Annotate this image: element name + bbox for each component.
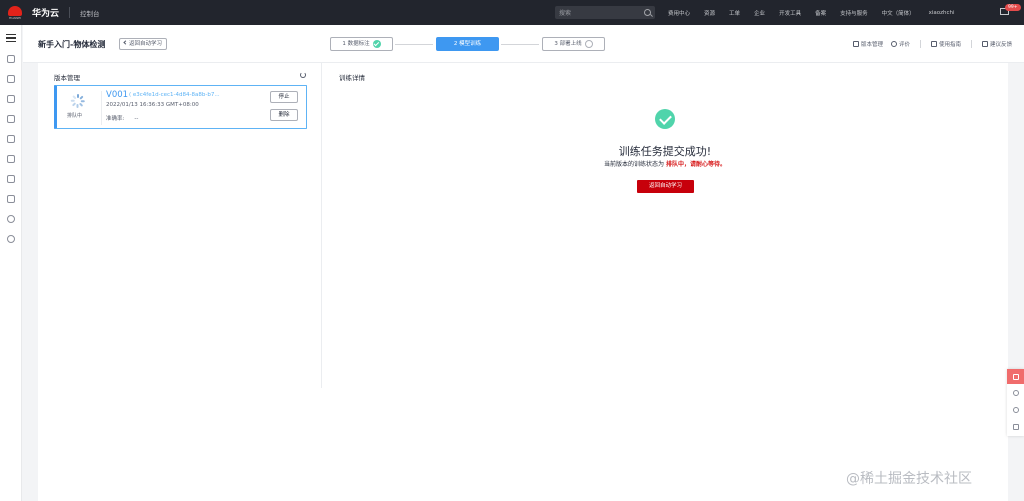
search-placeholder: 搜索 — [559, 10, 572, 17]
accuracy-label: 准确率: — [106, 116, 125, 122]
training-status-line: 当前版本的训练状态为 排队中，请耐心等待。 — [515, 159, 815, 168]
queue-status: 排队中 — [67, 113, 83, 119]
help-icon — [1012, 406, 1019, 413]
step-label: 1 数据标注 — [342, 41, 370, 47]
brand-name[interactable]: 华为云 — [32, 6, 59, 19]
floating-chat-button[interactable] — [1007, 384, 1024, 401]
card-divider — [101, 91, 102, 125]
rail-database-icon[interactable] — [7, 115, 15, 123]
training-details-section: 训练详情 训练任务提交成功! 当前版本的训练状态为 排队中，请耐心等待。 返回自… — [323, 63, 1008, 388]
floating-doc-button[interactable] — [1007, 418, 1024, 435]
nav-filing[interactable]: 备案 — [815, 9, 826, 17]
version-management-label: 版本管理 — [860, 42, 883, 48]
nav-support[interactable]: 支持与服务 — [840, 9, 868, 17]
step-data-labeling[interactable]: 1 数据标注 — [330, 37, 393, 51]
version-time: 2022/01/13 16:36:33 GMT+08:00 — [106, 102, 199, 108]
pending-circle-icon — [584, 40, 593, 48]
nav-language[interactable]: 中文（简体） — [882, 9, 915, 17]
search-icon[interactable] — [644, 9, 651, 16]
refresh-icon[interactable] — [300, 72, 306, 78]
rail-globe-icon[interactable] — [7, 215, 15, 223]
usage-guide-button[interactable]: 使用指南 — [930, 40, 961, 48]
status-prefix: 当前版本的训练状态为 — [604, 161, 665, 168]
menu-icon[interactable] — [6, 34, 16, 42]
nav-dev-tools[interactable]: 开发工具 — [779, 9, 801, 17]
message-badge: 99+ — [1005, 4, 1021, 11]
nav-username[interactable]: xiaozhchi — [929, 10, 955, 16]
rating-label: 评价 — [898, 42, 910, 48]
version-management-section: 版本管理 排队中 V001 ( e3c4fe1d-cec1-4d84-8a8b-… — [38, 63, 322, 388]
logo-text: HUAWEI — [8, 15, 22, 20]
smiley-icon — [890, 41, 897, 47]
console-link[interactable]: 控制台 — [80, 8, 100, 18]
mail-icon — [1012, 373, 1019, 380]
left-icon-rail — [0, 25, 22, 501]
edit-icon — [930, 41, 937, 47]
version-card[interactable]: 排队中 V001 ( e3c4fe1d-cec1-4d84-8a8b-b7...… — [54, 85, 307, 129]
loading-spinner-icon — [70, 94, 85, 108]
chevron-left-icon — [123, 40, 128, 45]
delete-button[interactable]: 删除 — [270, 109, 298, 121]
header-divider — [919, 40, 921, 48]
floating-mail-button[interactable] — [1007, 369, 1024, 384]
training-details-title: 训练详情 — [339, 74, 365, 82]
page-title: 新手入门-物体检测 — [38, 40, 106, 49]
logo-mark-icon — [8, 5, 22, 16]
check-circle-icon — [372, 40, 381, 48]
feedback-icon — [981, 41, 988, 47]
version-management-title: 版本管理 — [54, 74, 80, 82]
back-to-auto-learning-button[interactable]: 返回自动学习 — [119, 38, 168, 50]
rail-file-icon[interactable] — [7, 135, 15, 143]
version-number[interactable]: V001 — [106, 90, 128, 100]
version-management-button[interactable]: 版本管理 — [852, 40, 883, 48]
document-icon — [1012, 423, 1019, 430]
grid-icon — [852, 41, 859, 47]
rail-play-icon[interactable] — [7, 235, 15, 243]
search-input[interactable]: 搜索 — [555, 6, 655, 19]
stop-button[interactable]: 停止 — [270, 91, 298, 103]
header-divider — [970, 40, 972, 48]
nav-tickets[interactable]: 工单 — [729, 9, 740, 17]
return-auto-learning-button[interactable]: 返回自动学习 — [637, 180, 694, 193]
rail-anchor-icon[interactable] — [7, 195, 15, 203]
step-connector — [395, 44, 433, 45]
chat-icon — [1012, 389, 1019, 396]
success-message: 训练任务提交成功! — [618, 145, 712, 158]
success-check-icon — [655, 109, 675, 129]
version-id[interactable]: ( e3c4fe1d-cec1-4d84-8a8b-b7... — [129, 92, 220, 98]
step-label: 3 部署上线 — [554, 41, 582, 47]
feedback-button[interactable]: 建议反馈 — [981, 40, 1012, 48]
nav-resources[interactable]: 资源 — [704, 9, 715, 17]
step-label: 2 模型训练 — [453, 41, 482, 47]
nav-enterprise[interactable]: 企业 — [754, 9, 765, 17]
step-connector — [501, 44, 539, 45]
back-button-label: 返回自动学习 — [129, 41, 163, 47]
floating-help-button[interactable] — [1007, 401, 1024, 418]
rail-service-icon[interactable] — [7, 75, 15, 83]
watermark: @稀土掘金技术社区 — [846, 471, 972, 487]
step-deploy[interactable]: 3 部署上线 — [542, 37, 605, 51]
rail-document-icon[interactable] — [7, 155, 15, 163]
step-model-training[interactable]: 2 模型训练 — [436, 37, 499, 51]
main-panel: 版本管理 排队中 V001 ( e3c4fe1d-cec1-4d84-8a8b-… — [38, 63, 1008, 501]
top-nav-links: 费用中心 资源 工单 企业 开发工具 备案 支持与服务 中文（简体） xiaoz… — [668, 0, 969, 25]
usage-guide-label: 使用指南 — [938, 42, 961, 48]
nav-billing[interactable]: 费用中心 — [668, 9, 690, 17]
feedback-label: 建议反馈 — [989, 42, 1012, 48]
rail-cloud-icon[interactable] — [7, 55, 15, 63]
huawei-logo[interactable]: HUAWEI — [2, 0, 28, 25]
page-header: 新手入门-物体检测 返回自动学习 1 数据标注 2 模型训练 3 部署上线 版本… — [23, 25, 1024, 63]
status-highlight: 排队中，请耐心等待。 — [665, 161, 726, 168]
rail-storage-icon[interactable] — [7, 175, 15, 183]
nav-divider — [69, 7, 71, 18]
rail-books-icon[interactable] — [7, 95, 15, 103]
header-actions: 版本管理 评价 使用指南 建议反馈 — [852, 40, 1012, 48]
accuracy-value: -- — [134, 116, 139, 122]
floating-toolbar — [1007, 369, 1024, 436]
accuracy-row: 准确率: -- — [106, 114, 138, 122]
rating-button[interactable]: 评价 — [890, 40, 910, 48]
